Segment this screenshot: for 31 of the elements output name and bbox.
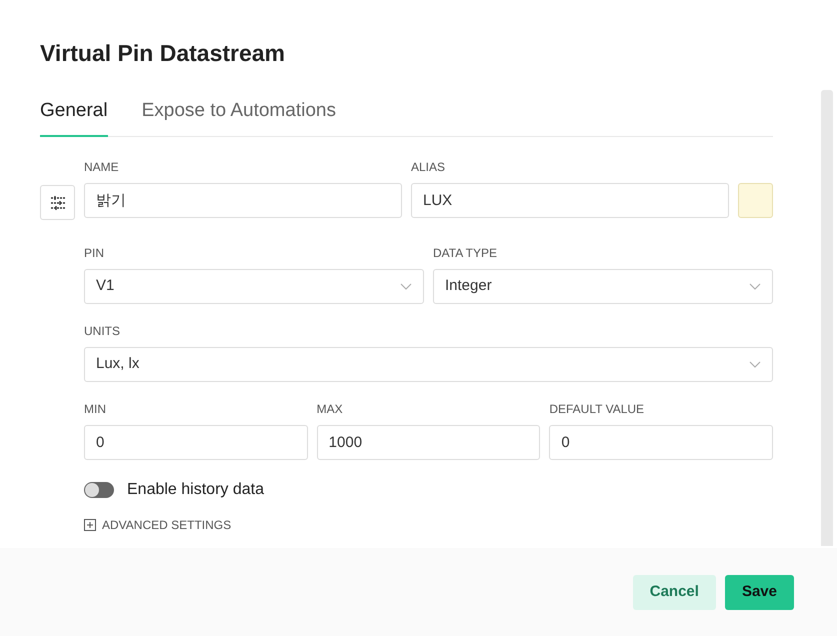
icon-picker-button[interactable] bbox=[40, 185, 75, 220]
save-button[interactable]: Save bbox=[724, 574, 794, 610]
text-field[interactable]: 0 bbox=[549, 425, 774, 460]
field-label: UNITS bbox=[84, 323, 120, 340]
text-field[interactable]: LUX bbox=[411, 183, 729, 218]
dropdown-field[interactable]: Integer bbox=[433, 269, 773, 304]
plus-box-icon bbox=[84, 519, 96, 531]
chevron-down-icon bbox=[400, 283, 412, 290]
field-label: PIN bbox=[84, 245, 104, 262]
toggle-switch[interactable] bbox=[84, 482, 114, 498]
tab[interactable]: Expose to Automations bbox=[142, 96, 336, 137]
dropdown-field[interactable]: Lux, lx bbox=[84, 347, 773, 382]
chevron-down-icon bbox=[749, 361, 761, 368]
text-field[interactable]: 1000 bbox=[316, 425, 540, 460]
field-label: MAX bbox=[316, 401, 343, 418]
text-field[interactable]: 0 bbox=[84, 425, 308, 460]
tab[interactable]: General bbox=[40, 96, 108, 137]
field-label: DATA TYPE bbox=[433, 245, 498, 262]
field-label: MIN bbox=[84, 401, 106, 418]
advanced-settings-toggle[interactable]: ADVANCED SETTINGS bbox=[84, 516, 232, 534]
field-label: ALIAS bbox=[411, 159, 446, 176]
sliders-icon bbox=[48, 194, 66, 210]
text-field[interactable]: 밝기 bbox=[84, 183, 402, 218]
cancel-button[interactable]: Cancel bbox=[632, 574, 716, 610]
toggle-label: Enable history data bbox=[127, 480, 264, 500]
chevron-down-icon bbox=[749, 283, 761, 290]
dialog-title: Virtual Pin Datastream bbox=[40, 39, 286, 68]
field-label: DEFAULT VALUE bbox=[549, 401, 644, 418]
field-label: NAME bbox=[84, 159, 119, 176]
dropdown-field[interactable]: V1 bbox=[84, 269, 424, 304]
color-swatch[interactable] bbox=[738, 183, 773, 218]
